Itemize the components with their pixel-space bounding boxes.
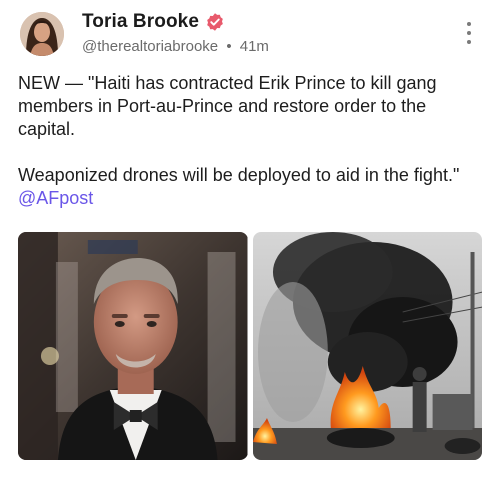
mention-link[interactable]: @AFpost — [18, 188, 93, 208]
author-handle[interactable]: @therealtoriabrooke — [82, 38, 218, 55]
portrait-photo — [18, 232, 248, 460]
author-avatar[interactable] — [20, 12, 64, 56]
author-display-name[interactable]: Toria Brooke — [82, 11, 199, 33]
post-text: NEW — "Haiti has contracted Erik Prince … — [18, 72, 482, 210]
author-meta: @therealtoriabrooke • 41m — [82, 38, 269, 55]
more-dot — [467, 31, 471, 35]
post-timestamp[interactable]: 41m — [240, 38, 269, 55]
verified-badge-icon — [207, 13, 223, 31]
author-info: Toria Brooke @therealtoriabrooke • 41m — [82, 11, 269, 55]
more-dot — [467, 40, 471, 44]
post-media — [18, 232, 482, 460]
burning-tires-photo — [252, 232, 482, 460]
avatar-photo — [20, 12, 64, 56]
post-paragraph-2-text: Weaponized drones will be deployed to ai… — [18, 165, 460, 185]
post-header: Toria Brooke @therealtoriabrooke • 41m — [18, 8, 482, 60]
meta-separator: • — [226, 38, 232, 55]
more-options-icon[interactable] — [464, 22, 474, 44]
more-dot — [467, 22, 471, 26]
post-paragraph-1: NEW — "Haiti has contracted Erik Prince … — [18, 73, 437, 139]
media-image-2[interactable] — [252, 232, 482, 460]
post-paragraph-2: Weaponized drones will be deployed to ai… — [18, 164, 482, 210]
media-image-1[interactable] — [18, 232, 248, 460]
